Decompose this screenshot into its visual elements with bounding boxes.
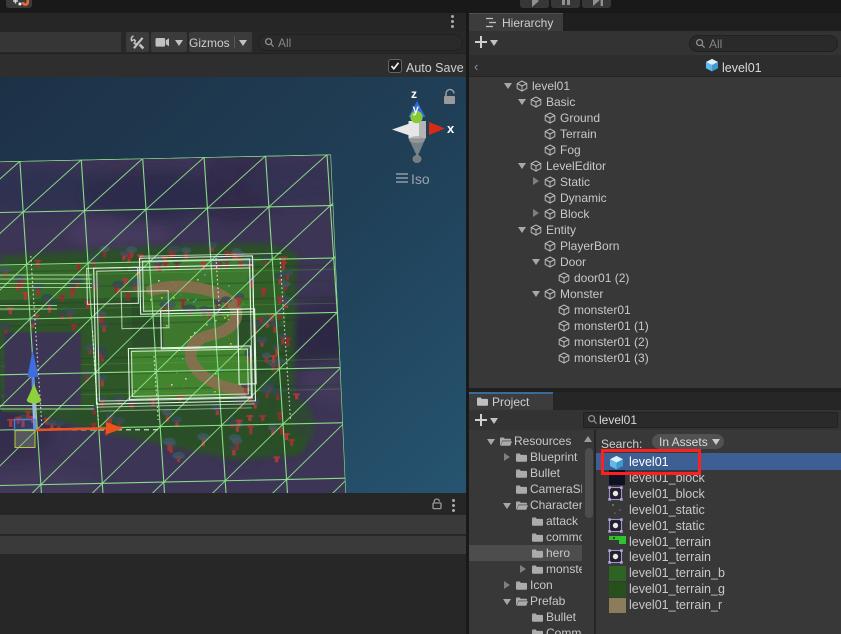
svg-text:Iso: Iso (411, 171, 430, 187)
svg-text:y: y (413, 104, 420, 116)
svg-text:x: x (447, 121, 455, 136)
svg-text:z: z (411, 87, 417, 101)
